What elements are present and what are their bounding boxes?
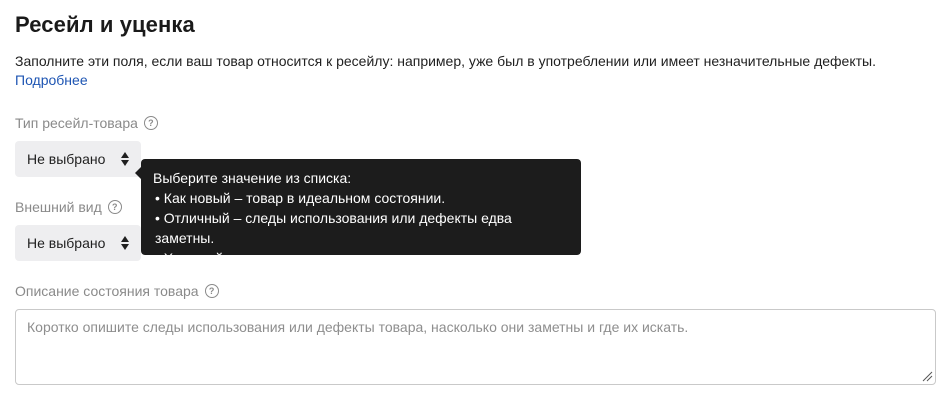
appearance-label-text: Внешний вид [15, 199, 102, 215]
resale-type-select-value: Не выбрано [27, 151, 106, 167]
appearance-select-value: Не выбрано [27, 235, 106, 251]
resale-type-select[interactable]: Не выбрано [15, 141, 141, 177]
appearance-label: Внешний вид ? [15, 198, 122, 216]
page-title: Ресейл и уценка [15, 12, 195, 37]
tooltip-item-like-new: • Как новый – товар в идеальном состояни… [155, 190, 446, 206]
more-link[interactable]: Подробнее [15, 70, 88, 90]
resale-type-label: Тип ресейл-товара ? [15, 114, 158, 132]
section-description: Заполните эти поля, если ваш товар относ… [15, 53, 876, 69]
sort-arrows-icon [121, 152, 129, 166]
condition-label: Описание состояния товара ? [15, 282, 219, 300]
sort-arrows-icon [121, 236, 129, 250]
tooltip: Выберите значение из списка: • Как новый… [141, 159, 581, 286]
tooltip-item-excellent: • Отличный – следы использования или деф… [155, 210, 512, 246]
condition-description-input[interactable] [15, 309, 936, 385]
question-circle-icon[interactable]: ? [143, 116, 158, 130]
question-circle-icon[interactable]: ? [204, 284, 219, 298]
resize-handle-icon[interactable] [921, 370, 933, 382]
question-circle-icon[interactable]: ? [107, 200, 122, 214]
resale-type-label-text: Тип ресейл-товара [15, 115, 138, 131]
tooltip-heading: Выберите значение из списка: [153, 170, 352, 186]
condition-label-text: Описание состояния товара [15, 283, 199, 299]
appearance-select[interactable]: Не выбрано [15, 225, 141, 261]
